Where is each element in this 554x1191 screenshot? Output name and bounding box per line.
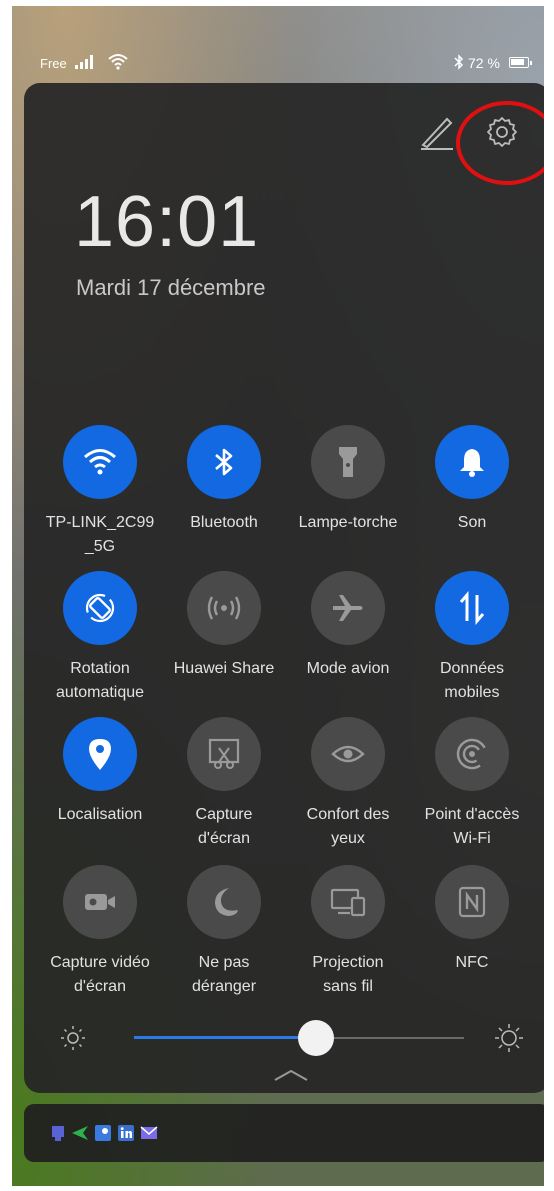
mobile-data-icon [458, 591, 486, 625]
quick-toggle-location[interactable]: Localisation [38, 717, 162, 827]
brightness-fill [134, 1036, 316, 1039]
phone-screen: Free 72 % 16:01 Mardi 17 décembre TP-LIN… [12, 6, 544, 1186]
toggle-button[interactable] [311, 571, 385, 645]
carrier-name: Free [40, 56, 67, 71]
clock-date: Mardi 17 décembre [76, 275, 266, 300]
battery-percent: 72 % [468, 55, 500, 71]
brightness-low-icon [61, 1026, 85, 1050]
toggle-button[interactable] [187, 865, 261, 939]
toggle-label: Mode avion [306, 660, 390, 677]
eye-icon [331, 743, 365, 765]
toggle-label: Son [457, 514, 487, 531]
brightness-slider[interactable] [24, 1018, 544, 1058]
nfc-icon [457, 886, 487, 918]
airplane-icon [331, 593, 365, 623]
quick-toggle-projection[interactable]: Projection sans fil [286, 865, 410, 999]
quick-toggle-hotspot[interactable]: Point d'accès Wi-Fi [410, 717, 534, 851]
wifi-status-icon [108, 54, 128, 70]
brightness-thumb[interactable] [297, 1020, 334, 1056]
screen-record-icon [83, 891, 117, 913]
quick-toggle-mobile-data[interactable]: Données mobiles [410, 571, 534, 705]
toggle-button[interactable] [187, 425, 261, 499]
bluetooth-status-icon [454, 54, 464, 70]
flashlight-icon [337, 445, 359, 479]
quick-toggle-rotation[interactable]: Rotation automatique [38, 571, 162, 705]
status-bar: Free 72 % [12, 6, 544, 76]
toggle-button[interactable] [63, 571, 137, 645]
projection-icon [330, 887, 366, 917]
moon-icon [209, 886, 239, 918]
screenshot-icon [207, 737, 241, 771]
hotspot-icon [455, 737, 489, 771]
quick-toggle-share[interactable]: Huawei Share [162, 571, 286, 681]
toggle-label: Ne pas déranger [191, 954, 257, 995]
toggle-button[interactable] [63, 717, 137, 791]
toggle-button[interactable] [311, 865, 385, 939]
toggle-label: TP-LINK_2C99 _5G [45, 514, 155, 555]
toggle-button[interactable] [311, 717, 385, 791]
quick-toggle-airplane[interactable]: Mode avion [286, 571, 410, 681]
expand-chevron-icon[interactable] [273, 1068, 309, 1082]
toggle-label: Confort des yeux [306, 806, 390, 847]
toggle-label: Huawei Share [173, 660, 275, 677]
share-icon [207, 595, 241, 621]
edit-icon[interactable] [417, 111, 457, 151]
toggle-label: Localisation [57, 806, 143, 823]
mail-icon [140, 1124, 158, 1142]
toggle-button[interactable] [187, 571, 261, 645]
toggle-button[interactable] [435, 717, 509, 791]
quick-toggle-bluetooth[interactable]: Bluetooth [162, 425, 286, 535]
bluetooth-icon [213, 446, 235, 478]
linkedin-icon [117, 1124, 135, 1142]
toggle-button[interactable] [311, 425, 385, 499]
notification-bar[interactable] [24, 1104, 544, 1162]
toggle-button[interactable] [435, 571, 509, 645]
quick-settings-panel: 16:01 Mardi 17 décembre TP-LINK_2C99 _5G… [24, 83, 544, 1093]
highlight-circle-annotation [456, 101, 544, 185]
wifi-icon [82, 447, 118, 477]
bell-icon [458, 446, 486, 478]
toggle-label: Données mobiles [439, 660, 505, 701]
toggle-button[interactable] [63, 425, 137, 499]
toggle-label: Capture vidéo d'écran [50, 954, 150, 995]
toggle-button[interactable] [435, 425, 509, 499]
toggle-label: Projection sans fil [312, 954, 384, 995]
toggle-label: Lampe-torche [298, 514, 398, 531]
toggle-label: Capture d'écran [195, 806, 253, 847]
quick-toggle-nfc[interactable]: NFC [410, 865, 534, 975]
quick-toggle-screenshot[interactable]: Capture d'écran [162, 717, 286, 851]
toggle-button[interactable] [63, 865, 137, 939]
quick-toggle-moon[interactable]: Ne pas déranger [162, 865, 286, 999]
toggle-label: Rotation automatique [55, 660, 145, 701]
toggle-label: Bluetooth [190, 514, 258, 531]
battery-icon [509, 57, 532, 68]
app-notification-icon [49, 1124, 67, 1142]
toggle-label: NFC [455, 954, 489, 971]
location-icon [87, 737, 113, 771]
brightness-high-icon [495, 1024, 523, 1052]
toggle-button[interactable] [187, 717, 261, 791]
quick-toggle-flashlight[interactable]: Lampe-torche [286, 425, 410, 535]
rotation-icon [84, 592, 116, 624]
toggle-label: Point d'accès Wi-Fi [424, 806, 520, 847]
quick-toggle-screen-record[interactable]: Capture vidéo d'écran [38, 865, 162, 999]
toggle-button[interactable] [435, 865, 509, 939]
signal-icon [75, 55, 93, 69]
quick-toggle-wifi[interactable]: TP-LINK_2C99 _5G [38, 425, 162, 559]
send-icon [71, 1124, 89, 1142]
maps-icon [94, 1124, 112, 1142]
quick-toggle-bell[interactable]: Son [410, 425, 534, 535]
clock-time: 16:01 [74, 182, 260, 262]
quick-toggle-eye[interactable]: Confort des yeux [286, 717, 410, 851]
